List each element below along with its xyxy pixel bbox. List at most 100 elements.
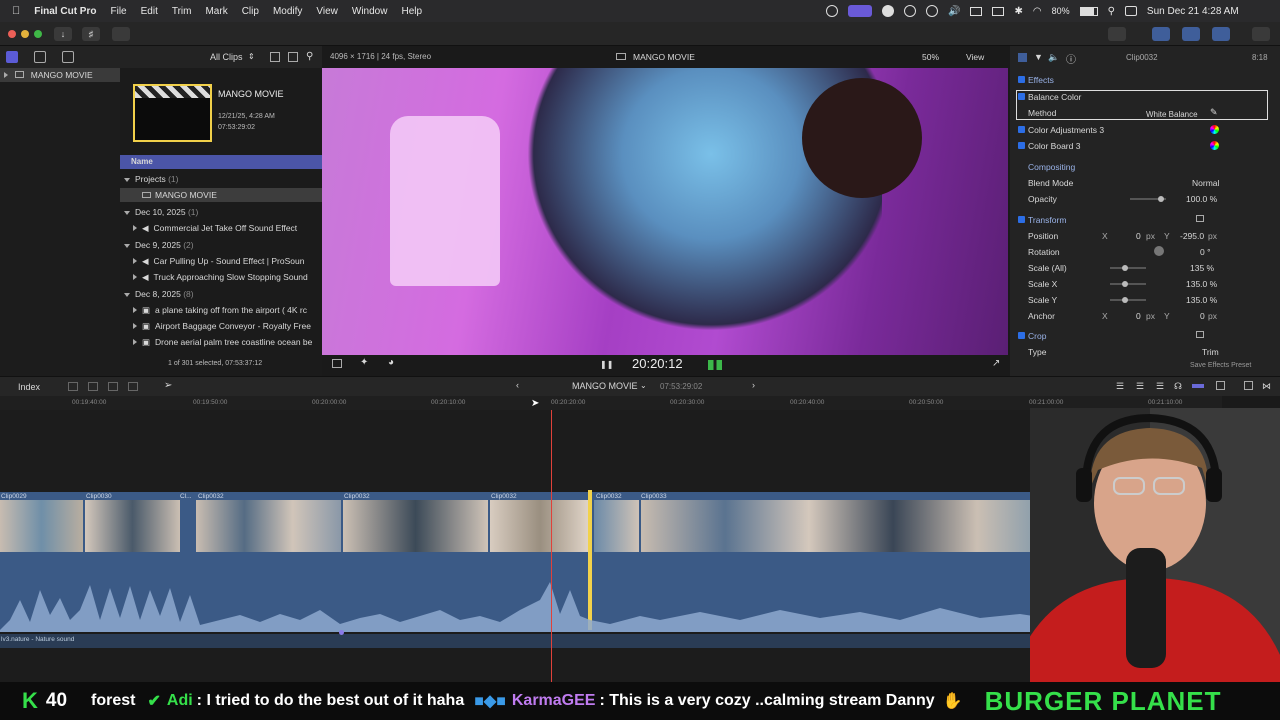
save-effects-preset-button[interactable]: Save Effects Preset — [1190, 362, 1251, 369]
playhead[interactable] — [551, 410, 552, 682]
disclosure-icon[interactable] — [133, 307, 137, 313]
audio-inspector-tab-icon[interactable]: 🔈 — [1048, 52, 1059, 63]
list-item[interactable]: ▣ Drone aerial palm tree coastline ocean … — [133, 337, 312, 348]
blend-mode-dropdown[interactable]: Normal — [1192, 178, 1219, 188]
insert-clip-icon[interactable] — [88, 382, 98, 391]
info-inspector-tab-icon[interactable]: ⓘ — [1066, 51, 1076, 66]
disclosure-icon[interactable] — [133, 225, 137, 231]
position-y-value[interactable]: -295.0 — [1180, 231, 1204, 241]
zoom-dropdown[interactable]: 50% — [922, 52, 939, 62]
menu-file[interactable]: File — [110, 6, 126, 17]
menu-clip[interactable]: Clip — [242, 6, 259, 17]
viewer-options-icon[interactable] — [332, 359, 342, 368]
list-item[interactable]: ▣ Airport Baggage Conveyor - Royalty Free — [133, 321, 311, 332]
disclosure-icon[interactable] — [124, 244, 130, 248]
name-column-header[interactable]: Name — [120, 155, 322, 169]
clip-thumbnails[interactable] — [641, 500, 1061, 552]
group-dec-8[interactable]: Dec 8, 2025 (8) — [124, 289, 194, 299]
play-status-icon[interactable] — [926, 5, 938, 17]
color-wheel-icon[interactable] — [1210, 125, 1219, 134]
search-icon[interactable]: ⚲ — [306, 51, 313, 62]
scale-y-slider[interactable] — [1110, 299, 1146, 301]
crop-checkbox[interactable] — [1018, 332, 1025, 339]
list-item-project[interactable]: MANGO MOVIE — [120, 188, 322, 202]
photos-icon[interactable] — [34, 51, 46, 63]
timeline-toggle-icon[interactable] — [1182, 27, 1200, 41]
crop-header[interactable]: Crop — [1028, 331, 1046, 341]
speed-icon[interactable]: ◕ — [388, 357, 394, 368]
project-thumbnail[interactable] — [133, 84, 212, 142]
timeline-project-name[interactable]: MANGO MOVIE — [572, 381, 638, 391]
scale-all-slider-knob[interactable] — [1122, 265, 1128, 271]
position-x-value[interactable]: 0 — [1136, 231, 1141, 241]
disclosure-icon[interactable] — [124, 178, 130, 182]
menu-trim[interactable]: Trim — [172, 6, 192, 17]
compositing-header[interactable]: Compositing — [1028, 162, 1075, 172]
rotation-dial[interactable] — [1154, 246, 1164, 256]
status-icon-1[interactable] — [826, 5, 838, 17]
browser-toggle-icon[interactable] — [1152, 27, 1170, 41]
audio-meters-icon[interactable]: ☰ — [1116, 381, 1124, 392]
clip-thumbnails[interactable] — [490, 500, 590, 552]
audio-clip-bar[interactable] — [0, 634, 1040, 648]
select-tool-icon[interactable]: ➢ — [164, 380, 172, 391]
menu-mark[interactable]: Mark — [205, 6, 227, 17]
wifi-icon[interactable]: ◠ — [1033, 6, 1042, 17]
snapping-icon[interactable]: ☰ — [1156, 381, 1164, 392]
video-inspector-tab-icon[interactable] — [1018, 53, 1027, 62]
chevron-updown-icon[interactable]: ⇕ — [248, 52, 255, 61]
scale-x-slider-knob[interactable] — [1122, 281, 1128, 287]
display-icon[interactable] — [970, 6, 983, 16]
control-center-icon[interactable] — [1124, 6, 1137, 16]
history-back-icon[interactable]: ‹ — [516, 380, 519, 390]
enhance-icon[interactable]: ✦ — [360, 357, 368, 368]
connect-clip-icon[interactable] — [68, 382, 78, 391]
menu-help[interactable]: Help — [401, 6, 422, 17]
apple-icon[interactable]:  — [12, 5, 20, 17]
append-clip-icon[interactable] — [108, 382, 118, 391]
play-pause-button[interactable]: ❚❚ — [600, 360, 613, 369]
menu-view[interactable]: View — [316, 6, 338, 17]
list-item[interactable]: ◀ Truck Approaching Slow Stopping Sound — [133, 272, 308, 283]
background-tasks-icon[interactable] — [112, 27, 130, 41]
disclosure-icon[interactable] — [133, 258, 137, 264]
clip-thumbnails[interactable] — [196, 500, 341, 552]
fullscreen-icon[interactable]: ↗ — [992, 358, 1000, 369]
filmstrip-view-icon[interactable] — [270, 52, 280, 62]
chevron-down-icon[interactable]: ⌄ — [640, 381, 647, 390]
opacity-value[interactable]: 100.0 % — [1186, 194, 1217, 204]
sidebar-item-mango-movie[interactable]: MANGO MOVIE — [0, 68, 120, 82]
battery-icon[interactable] — [1079, 6, 1098, 16]
list-item[interactable]: ◀ Car Pulling Up - Sound Effect | ProSoun — [133, 256, 304, 267]
anchor-y-value[interactable]: 0 — [1200, 311, 1205, 321]
menubar-datetime[interactable]: Sun Dec 21 4:28 AM — [1147, 6, 1239, 17]
scale-x-slider[interactable] — [1110, 283, 1146, 285]
titles-icon[interactable] — [62, 51, 74, 63]
menu-edit[interactable]: Edit — [141, 6, 158, 17]
scale-all-value[interactable]: 135 % — [1190, 263, 1214, 273]
clip-thumbnails[interactable] — [343, 500, 488, 552]
timeline-index-button[interactable]: Index — [18, 382, 40, 392]
history-forward-icon[interactable]: › — [752, 380, 755, 390]
status-icon-2[interactable] — [882, 5, 894, 17]
opacity-slider-knob[interactable] — [1158, 196, 1164, 202]
list-item[interactable]: ▣ a plane taking off from the airport ( 4… — [133, 305, 307, 316]
clips-filter-dropdown[interactable]: All Clips — [210, 52, 243, 62]
status-icon-3[interactable] — [904, 5, 916, 17]
disclosure-icon[interactable] — [124, 293, 130, 297]
group-dec-10[interactable]: Dec 10, 2025 (1) — [124, 207, 198, 217]
transform-header[interactable]: Transform — [1028, 215, 1066, 225]
clip-thumbnails[interactable] — [594, 500, 639, 552]
close-window-button[interactable] — [8, 30, 16, 38]
eyedropper-icon[interactable]: ✎ — [1210, 107, 1218, 118]
screen-record-icon[interactable] — [848, 5, 872, 17]
inspector-toggle-icon[interactable] — [1212, 27, 1230, 41]
effects-header[interactable]: Effects — [1028, 75, 1054, 85]
import-icon[interactable]: ↓ — [54, 27, 72, 41]
keyframe-marker[interactable] — [339, 630, 344, 635]
method-dropdown[interactable]: White Balance — [1146, 110, 1198, 119]
group-dec-9[interactable]: Dec 9, 2025 (2) — [124, 240, 194, 250]
transform-onscreen-icon[interactable] — [1196, 215, 1204, 222]
timecode-display[interactable]: 20:20:12 — [632, 356, 683, 371]
libraries-icon[interactable] — [6, 51, 18, 63]
